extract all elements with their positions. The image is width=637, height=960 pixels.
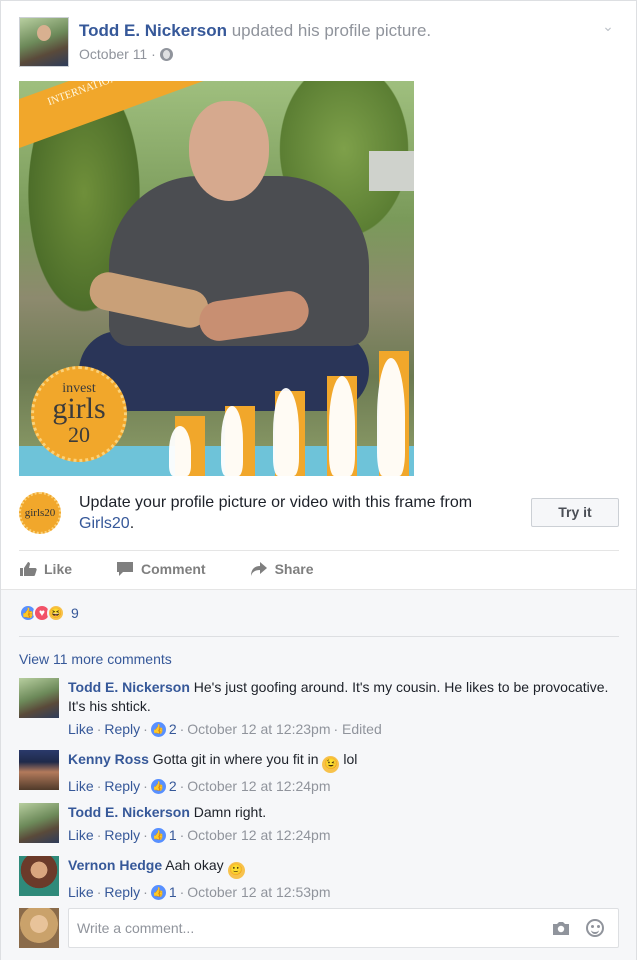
comment-text-suffix: lol	[339, 751, 358, 767]
comment-meta: Like · Reply · 👍 1 · October 12 at 12:53pm	[68, 883, 331, 902]
post-date[interactable]: October 11 ·	[79, 46, 156, 62]
haha-reaction-icon: 😆	[47, 604, 65, 622]
commenter-avatar[interactable]	[19, 678, 59, 718]
like-button[interactable]: Like	[19, 561, 72, 577]
reaction-count[interactable]: 9	[71, 605, 79, 621]
divider	[19, 636, 619, 637]
post-actions: Like Comment Share	[19, 554, 619, 584]
comment-time[interactable]: October 12 at 12:24pm	[187, 826, 330, 845]
comment-like-link[interactable]: Like	[68, 777, 94, 796]
post-header: Todd E. Nickerson updated his profile pi…	[19, 17, 619, 69]
like-reaction-icon: 👍	[150, 779, 166, 794]
comment-like-link[interactable]: Like	[68, 883, 94, 902]
comment-edited[interactable]: · Edited	[334, 720, 382, 739]
thumbs-up-icon	[20, 562, 37, 576]
commenter-name[interactable]: Kenny Ross	[68, 751, 149, 767]
comment-time[interactable]: October 12 at 12:23pm	[187, 720, 330, 739]
comment-like-link[interactable]: Like	[68, 720, 94, 739]
author-name-link[interactable]: Todd E. Nickerson	[79, 21, 227, 40]
share-arrow-icon	[250, 562, 267, 576]
comment-text: Damn right.	[189, 804, 267, 820]
try-it-button[interactable]: Try it	[531, 498, 619, 527]
post-timestamp-row: October 11 ·	[79, 46, 173, 62]
comment-meta: Like · Reply · 👍 2 · October 12 at 12:23pm …	[68, 720, 382, 739]
comment-button[interactable]: Comment	[116, 561, 206, 577]
commenter-avatar[interactable]	[19, 856, 59, 896]
post-action-text: updated his profile picture.	[227, 21, 432, 40]
comment-time[interactable]: October 12 at 12:53pm	[187, 883, 330, 902]
like-reaction-icon: 👍	[150, 828, 166, 843]
comment-text: Aah okay	[162, 857, 228, 873]
comments-section: 👍 ♥ 😆 9 View 11 more comments Todd E. Ni…	[1, 589, 636, 960]
comment-like-count[interactable]: 2	[169, 777, 177, 796]
post-headline: Todd E. Nickerson updated his profile pi…	[79, 21, 431, 41]
invest-girls20-badge: invest girls 20	[31, 366, 127, 462]
chevron-down-icon[interactable]: ⌄	[599, 17, 617, 35]
divider	[19, 550, 619, 551]
commenter-name[interactable]: Todd E. Nickerson	[68, 804, 190, 820]
comment-like-count[interactable]: 2	[169, 720, 177, 739]
commenter-avatar[interactable]	[19, 803, 59, 843]
commenter-name[interactable]: Todd E. Nickerson	[68, 679, 190, 695]
girls20-logo[interactable]: girls20	[19, 492, 61, 534]
like-reaction-icon: 👍	[150, 722, 166, 737]
comment-composer	[19, 908, 619, 948]
smile-emoji-icon: 🙂	[227, 862, 245, 879]
share-button[interactable]: Share	[250, 561, 314, 577]
comment-input[interactable]	[77, 909, 517, 947]
commenter-avatar[interactable]	[19, 750, 59, 790]
frame-promo: girls20 Update your profile picture or v…	[19, 487, 619, 539]
comment-like-link[interactable]: Like	[68, 826, 94, 845]
camera-icon[interactable]	[552, 920, 570, 936]
comment-reply-link[interactable]: Reply	[104, 720, 140, 739]
comment-reply-link[interactable]: Reply	[104, 883, 140, 902]
author-avatar[interactable]	[19, 17, 69, 67]
reactions-summary[interactable]: 👍 ♥ 😆 9	[19, 603, 79, 623]
comment-meta: Like · Reply · 👍 1 · October 12 at 12:24pm	[68, 826, 331, 845]
current-user-avatar	[19, 908, 59, 948]
commenter-name[interactable]: Vernon Hedge	[68, 857, 162, 873]
comment-reply-link[interactable]: Reply	[104, 777, 140, 796]
comment-icon	[117, 562, 134, 576]
comment-meta: Like · Reply · 👍 2 · October 12 at 12:24pm	[68, 777, 331, 796]
frame-bars-graphic	[169, 351, 414, 476]
comment-like-count[interactable]: 1	[169, 883, 177, 902]
profile-photo[interactable]: INTERNATIONAL DAY OF THE GIRL invest gir…	[19, 81, 414, 476]
comment-reply-link[interactable]: Reply	[104, 826, 140, 845]
like-reaction-icon: 👍	[150, 885, 166, 900]
globe-icon	[159, 47, 173, 61]
comment-text: Gotta git in where you fit in	[148, 751, 323, 767]
view-more-comments-link[interactable]: View 11 more comments	[19, 651, 172, 667]
frame-promo-text: Update your profile picture or video wit…	[79, 494, 473, 532]
comment-like-count[interactable]: 1	[169, 826, 177, 845]
girls20-link[interactable]: Girls20	[79, 515, 130, 532]
post-card: Todd E. Nickerson updated his profile pi…	[0, 0, 637, 960]
comment-box	[68, 908, 619, 948]
comment-time[interactable]: October 12 at 12:24pm	[187, 777, 330, 796]
wink-emoji-icon: 😉	[322, 756, 340, 773]
emoji-icon[interactable]	[586, 919, 604, 937]
